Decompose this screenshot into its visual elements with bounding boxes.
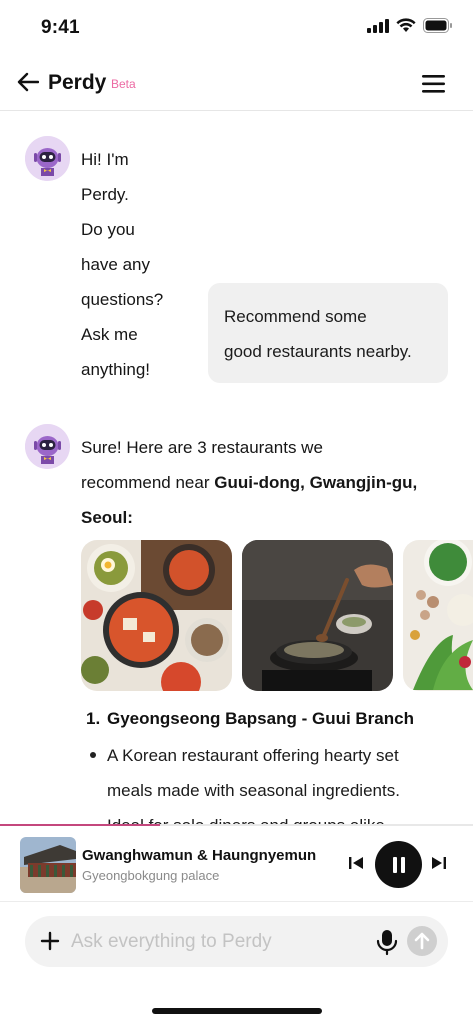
playback-progress[interactable] [0, 824, 160, 826]
restaurant-number: 1. [86, 709, 101, 728]
user-message-line: Recommend some [224, 307, 367, 326]
status-icons [367, 18, 453, 33]
description-line: meals made with seasonal ingredients. [107, 781, 400, 800]
prev-track-icon [349, 857, 363, 869]
cooking-image [242, 540, 393, 691]
bullet-point [90, 752, 96, 758]
reply-location: Guui-dong, Gwangjin-gu, [214, 473, 418, 492]
reply-text: Sure! Here are 3 restaurants we recommen… [81, 430, 471, 535]
chat-input[interactable] [71, 924, 371, 959]
back-arrow-icon [17, 72, 39, 92]
mic-button[interactable] [375, 928, 399, 956]
audio-player: Gwanghwamun & Haungnyemun Gyeongbokgung … [0, 824, 473, 902]
battery-icon [423, 18, 452, 33]
palace-image [20, 837, 76, 893]
previous-track-button[interactable] [346, 853, 366, 873]
bot-avatar [25, 424, 70, 469]
beta-badge: Beta [111, 77, 136, 91]
add-attachment-button[interactable] [39, 930, 61, 952]
reply-line: recommend near Guui-dong, Gwangjin-gu, [81, 465, 471, 500]
restaurant-photo[interactable] [403, 540, 473, 691]
description-line: A Korean restaurant offering hearty set [107, 746, 399, 765]
restaurant-photo[interactable] [242, 540, 393, 691]
signal-icon [367, 18, 389, 33]
korean-food-image [81, 540, 232, 691]
robot-icon [25, 424, 70, 469]
home-indicator [152, 1008, 322, 1014]
mic-icon [376, 930, 398, 956]
track-thumbnail[interactable] [20, 837, 76, 893]
greeting-text: Hi! I'm Perdy. Do you have any questions… [81, 142, 163, 387]
reply-line: Sure! Here are 3 restaurants we [81, 438, 323, 457]
track-subtitle: Gyeongbokgung palace [82, 868, 220, 883]
wifi-icon [396, 18, 416, 32]
user-message: Recommend some good restaurants nearby. [208, 283, 448, 383]
restaurant-photo[interactable] [81, 540, 232, 691]
pause-button[interactable] [375, 841, 422, 888]
restaurant-name[interactable]: Gyeongseong Bapsang - Guui Branch [107, 704, 414, 734]
plus-icon [40, 931, 60, 951]
next-track-icon [432, 857, 446, 869]
ingredients-image [403, 540, 473, 691]
reply-line: Seoul: [81, 500, 471, 535]
restaurant-photo-carousel[interactable] [81, 540, 473, 692]
menu-button[interactable] [421, 73, 447, 95]
robot-icon [25, 136, 70, 181]
menu-icon [422, 75, 445, 93]
bot-avatar [25, 136, 70, 181]
greeting-line: Do you have any questions? [81, 220, 164, 309]
greeting-line: Ask me anything! [81, 325, 150, 379]
status-bar: 9:41 [0, 0, 473, 56]
greeting-line: Hi! I'm Perdy. [81, 150, 129, 204]
reply-location: Seoul: [81, 508, 133, 527]
status-time: 9:41 [41, 17, 80, 38]
send-arrow-icon [414, 932, 430, 950]
pause-icon [392, 856, 405, 873]
reply-line-prefix: recommend near [81, 473, 215, 492]
user-message-line: good restaurants nearby. [224, 342, 412, 361]
chat-input-bar [25, 916, 448, 967]
app-header: Perdy Beta [0, 56, 473, 111]
back-button[interactable] [14, 68, 42, 96]
page-title: Perdy [48, 71, 107, 94]
send-button[interactable] [407, 926, 437, 956]
track-title: Gwanghwamun & Haungnyemun [82, 847, 317, 864]
next-track-button[interactable] [429, 853, 449, 873]
